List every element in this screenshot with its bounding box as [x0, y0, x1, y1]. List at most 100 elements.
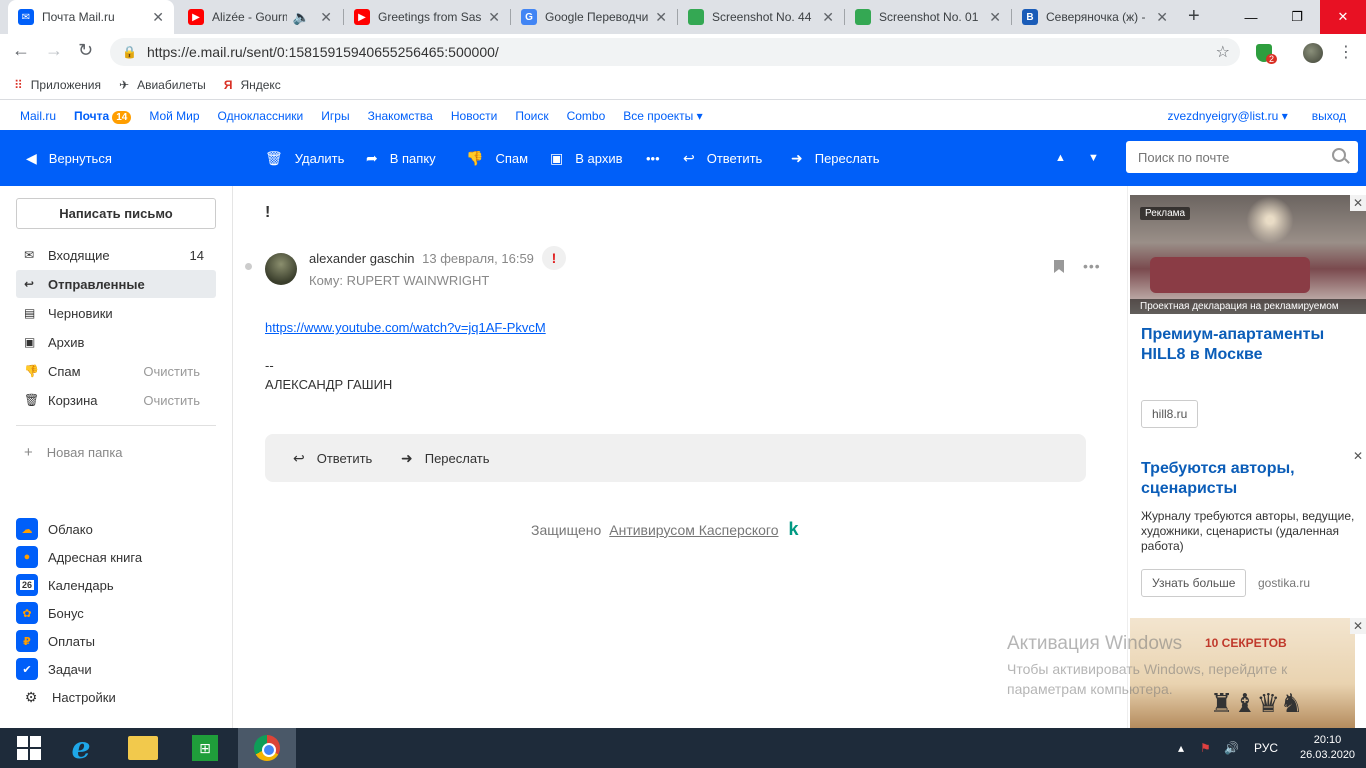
reload-icon[interactable]: ↻ [78, 40, 93, 61]
sidebar-item-sent[interactable]: ↩ Отправленные [16, 270, 216, 298]
forward-arrow-icon[interactable]: → [45, 40, 63, 61]
tab-screenshot-01[interactable]: Screenshot No. 01 ✕ [845, 0, 1011, 34]
new-tab-button[interactable]: + [1188, 5, 1200, 28]
system-clock[interactable]: 20:10 26.03.2020 [1300, 733, 1355, 763]
bookmark-icon[interactable] [1054, 260, 1064, 273]
mail-search-input[interactable] [1126, 141, 1358, 173]
logout-link[interactable]: выход [1312, 109, 1346, 123]
clear-trash-link[interactable]: Очистить [143, 393, 200, 408]
clear-spam-link[interactable]: Очистить [143, 364, 200, 379]
forward-button[interactable]: ➜ Переслать [791, 130, 880, 186]
sidebar-item-spam[interactable]: 👎 Спам Очистить [16, 357, 216, 385]
start-button[interactable] [0, 728, 58, 768]
service-cloud[interactable]: ☁ Облако [16, 517, 93, 541]
archive-button[interactable]: ▣ В архив [550, 130, 623, 186]
next-message-button[interactable]: ▼ [1088, 130, 1099, 186]
service-tasks[interactable]: ✔ Задачи [16, 657, 92, 681]
user-email[interactable]: zvezdnyeigry@list.ru ▾ [1167, 109, 1287, 123]
restore-button[interactable]: ❐ [1274, 0, 1320, 34]
ad-button-learn-more[interactable]: Узнать больше [1141, 569, 1247, 597]
spam-button[interactable]: 👎 Спам [466, 130, 528, 186]
close-ad-icon[interactable]: ✕ [1350, 618, 1366, 634]
delete-button[interactable]: 🗑 Удалить [265, 130, 344, 186]
service-bonus[interactable]: ✿ Бонус [16, 601, 84, 625]
nav-dating[interactable]: Знакомства [368, 109, 433, 123]
sender-avatar[interactable] [265, 253, 297, 285]
compose-button[interactable]: Написать письмо [16, 198, 216, 229]
tab-google-translate[interactable]: G Google Переводчи ✕ [511, 0, 677, 34]
search-icon[interactable] [1332, 148, 1346, 162]
sidebar-item-drafts[interactable]: ▤ Черновики [16, 299, 216, 327]
browser-menu-icon[interactable]: ⋮ [1338, 42, 1354, 62]
close-ad-icon[interactable]: ✕ [1350, 195, 1366, 211]
close-tab-icon[interactable]: ✕ [989, 9, 1001, 26]
speaker-icon[interactable]: 🔈 [293, 9, 310, 26]
tab-mail[interactable]: ✉ Почта Mail.ru ✕ [8, 0, 174, 34]
ad-title-authors[interactable]: Требуются авторы, сценаристы [1141, 459, 1341, 499]
url-field[interactable]: 🔒 https://e.mail.ru/sent/0:1581591594065… [110, 38, 1240, 66]
close-ad-icon[interactable]: ✕ [1350, 448, 1366, 464]
close-tab-icon[interactable]: ✕ [655, 9, 667, 26]
language-indicator[interactable]: РУС [1254, 728, 1278, 768]
move-to-folder-button[interactable]: ➦ В папку [366, 130, 436, 186]
sent-icon: ↩ [24, 277, 35, 291]
forward-button-bottom[interactable]: ➜ Переслать [401, 434, 490, 482]
prev-message-button[interactable]: ▲ [1055, 130, 1066, 186]
close-tab-icon[interactable]: ✕ [152, 9, 164, 26]
minimize-button[interactable]: — [1228, 0, 1274, 34]
nav-search[interactable]: Поиск [515, 109, 548, 123]
ad-button-hill8[interactable]: hill8.ru [1141, 400, 1199, 428]
back-button[interactable]: ◀ Вернуться [26, 130, 112, 186]
network-icon[interactable]: ⚑ [1200, 728, 1211, 768]
nav-moy-mir[interactable]: Мой Мир [149, 109, 199, 123]
close-tab-icon[interactable]: ✕ [1156, 9, 1168, 26]
tab-severyanochka[interactable]: B Северяночка (ж) - ✕ [1012, 0, 1178, 34]
sidebar-item-trash[interactable]: 🗑 Корзина Очистить [16, 386, 216, 414]
tray-chevron-icon[interactable]: ▴ [1178, 728, 1184, 768]
close-tab-icon[interactable]: ✕ [320, 9, 332, 26]
tab-youtube-2[interactable]: ▶ Greetings from Sas ✕ [344, 0, 510, 34]
ad-image-interior[interactable]: Реклама Проектная декларация на рекламир… [1130, 195, 1366, 314]
taskbar-chrome[interactable] [238, 728, 296, 768]
taskbar-explorer[interactable] [114, 728, 172, 768]
unread-dot[interactable] [245, 263, 252, 270]
service-settings[interactable]: ⚙ Настройки [20, 685, 116, 709]
nav-mailru[interactable]: Mail.ru [20, 109, 56, 123]
nav-all-projects[interactable]: Все проекты ▾ [623, 109, 702, 123]
new-folder-button[interactable]: + Новая папка [24, 444, 123, 461]
nav-odnoklassniki[interactable]: Одноклассники [218, 109, 304, 123]
address-bar-row: ← → ↻ 🔒 https://e.mail.ru/sent/0:1581591… [0, 34, 1366, 70]
nav-games[interactable]: Игры [321, 109, 349, 123]
taskbar-store[interactable]: ⊞ [176, 728, 234, 768]
service-calendar[interactable]: 26 Календарь [16, 573, 114, 597]
bookmark-apps[interactable]: ⠿ Приложения [14, 78, 101, 92]
more-dots-icon[interactable]: ••• [1083, 258, 1101, 274]
sidebar-item-inbox[interactable]: ✉ Входящие 14 [16, 241, 216, 269]
bookmark-avia[interactable]: ✈ Авиабилеты [119, 78, 206, 92]
more-actions-button[interactable]: ••• [646, 130, 660, 186]
sidebar-item-archive[interactable]: ▣ Архив [16, 328, 216, 356]
reply-button-bottom[interactable]: ↩ Ответить [293, 434, 372, 482]
taskbar-ie[interactable]: e [52, 728, 110, 768]
profile-avatar[interactable] [1303, 43, 1323, 63]
nav-pochta[interactable]: Почта 14 [74, 109, 132, 124]
back-arrow-icon[interactable]: ← [12, 40, 30, 61]
tab-screenshot-44[interactable]: Screenshot No. 44 ✕ [678, 0, 844, 34]
reply-button[interactable]: ↩ Ответить [683, 130, 762, 186]
tab-youtube-1[interactable]: ▶ Alizée - Gourm 🔈 ✕ [178, 0, 342, 34]
bookmark-yandex[interactable]: Я Яндекс [224, 78, 281, 92]
close-window-button[interactable]: ✕ [1320, 0, 1366, 34]
service-payments[interactable]: ₽ Оплаты [16, 629, 95, 653]
close-tab-icon[interactable]: ✕ [488, 9, 500, 26]
sender-name[interactable]: alexander gaschin [309, 251, 415, 266]
nav-combo[interactable]: Combo [567, 109, 606, 123]
ad-title-hill8[interactable]: Премиум-апартаменты HILL8 в Москве [1141, 325, 1356, 365]
nav-news[interactable]: Новости [451, 109, 497, 123]
service-contacts[interactable]: ● Адресная книга [16, 545, 142, 569]
kaspersky-link[interactable]: Антивирусом Касперского [609, 522, 778, 538]
important-icon[interactable]: ! [542, 246, 566, 270]
youtube-link[interactable]: https://www.youtube.com/watch?v=jq1AF-Pk… [265, 320, 546, 335]
volume-icon[interactable]: 🔊 [1224, 728, 1239, 768]
star-icon[interactable]: ☆ [1216, 42, 1230, 62]
close-tab-icon[interactable]: ✕ [822, 9, 834, 26]
